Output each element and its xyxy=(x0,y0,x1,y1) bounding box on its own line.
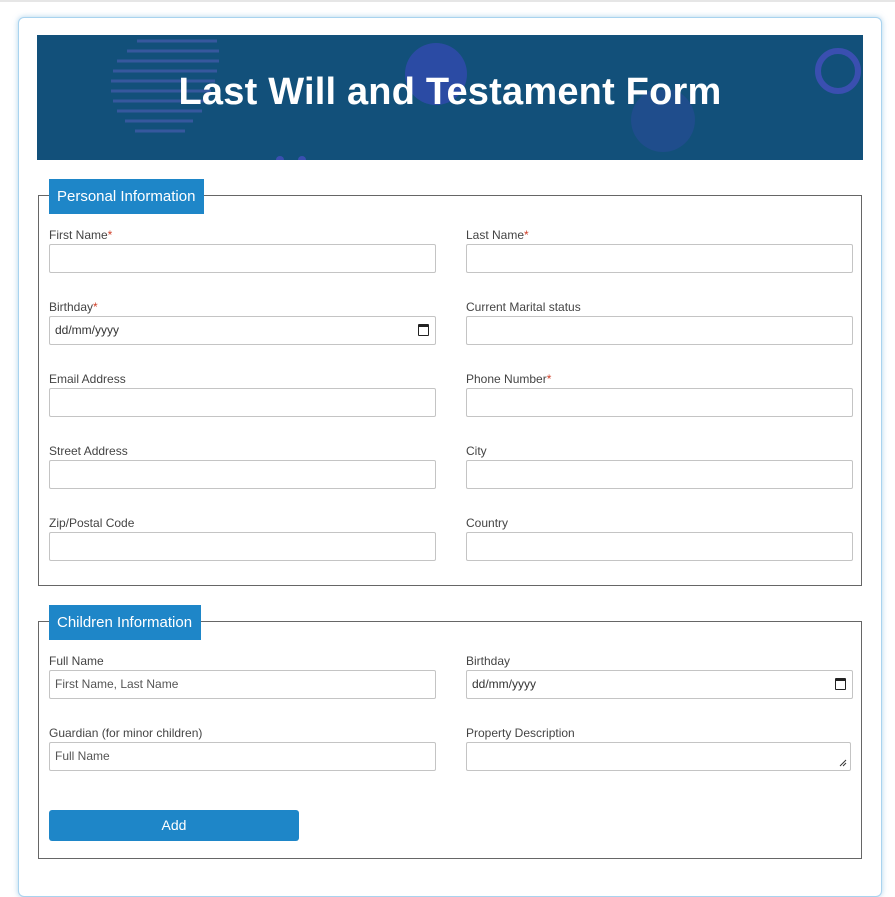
children-info-legend: Children Information xyxy=(49,605,201,640)
guardian-label: Guardian (for minor children) xyxy=(49,726,203,740)
first-name-input[interactable] xyxy=(49,244,436,273)
resize-grip-icon[interactable] xyxy=(839,759,847,767)
top-divider xyxy=(0,0,895,2)
form-header-banner: Last Will and Testament Form xyxy=(37,35,863,160)
child-birthday-date-input[interactable]: dd/mm/yyyy xyxy=(466,670,853,699)
country-label: Country xyxy=(466,516,509,530)
guardian-input[interactable]: Full Name xyxy=(49,742,436,771)
email-input[interactable] xyxy=(49,388,436,417)
city-label: City xyxy=(466,444,487,458)
city-input[interactable] xyxy=(466,460,853,489)
child-full-name-label: Full Name xyxy=(49,654,104,668)
property-description-label: Property Description xyxy=(466,726,575,740)
marital-status-input[interactable] xyxy=(466,316,853,345)
property-description-textarea[interactable] xyxy=(466,742,851,771)
child-birthday-label: Birthday xyxy=(466,654,511,668)
child-full-name-input[interactable]: First Name, Last Name xyxy=(49,670,436,699)
phone-label: Phone Number* xyxy=(466,372,552,386)
phone-input[interactable] xyxy=(466,388,853,417)
first-name-label: First Name* xyxy=(49,228,113,242)
marital-status-label: Current Marital status xyxy=(466,300,581,314)
street-label: Street Address xyxy=(49,444,128,458)
birthday-placeholder: dd/mm/yyyy xyxy=(55,323,120,337)
last-name-input[interactable] xyxy=(466,244,853,273)
calendar-icon[interactable] xyxy=(418,324,429,336)
zip-input[interactable] xyxy=(49,532,436,561)
add-child-button[interactable]: Add xyxy=(49,810,299,841)
child-birthday-placeholder: dd/mm/yyyy xyxy=(472,677,537,691)
calendar-icon[interactable] xyxy=(835,678,846,690)
guardian-placeholder: Full Name xyxy=(55,749,110,763)
country-input[interactable] xyxy=(466,532,853,561)
street-input[interactable] xyxy=(49,460,436,489)
email-label: Email Address xyxy=(49,372,126,386)
zip-label: Zip/Postal Code xyxy=(49,516,135,530)
form-title: Last Will and Testament Form xyxy=(178,71,722,113)
dots-decoration xyxy=(276,156,306,160)
last-name-label: Last Name* xyxy=(466,228,529,242)
personal-info-legend: Personal Information xyxy=(49,179,204,214)
birthday-date-input[interactable]: dd/mm/yyyy xyxy=(49,316,436,345)
birthday-label: Birthday* xyxy=(49,300,98,314)
child-full-name-placeholder: First Name, Last Name xyxy=(55,677,179,691)
